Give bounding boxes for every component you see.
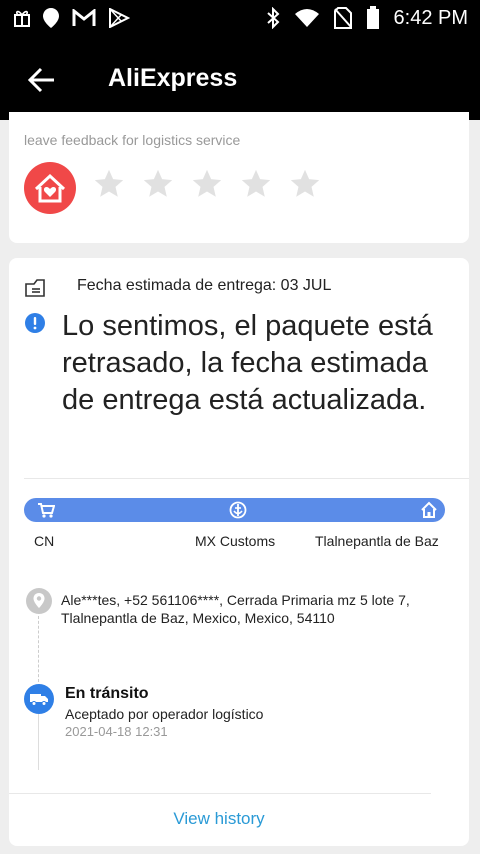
timeline-line <box>38 714 39 770</box>
star-icon[interactable] <box>288 167 322 201</box>
location-pin-icon <box>26 588 52 614</box>
status-bar: 6:42 PM <box>0 0 480 36</box>
star-icon[interactable] <box>92 167 126 201</box>
stage-label-destination: Tlalnepantla de Baz <box>315 533 439 549</box>
timeline-dashed-line <box>38 616 39 682</box>
transit-status-time: 2021-04-18 12:31 <box>65 724 168 739</box>
divider <box>24 478 469 479</box>
home-icon <box>421 501 437 518</box>
bluetooth-icon <box>266 7 279 29</box>
feedback-card: leave feedback for logistics service <box>9 112 469 243</box>
transit-status-description: Aceptado por operador logístico <box>65 706 264 722</box>
shipping-address: Ale***tes, +52 561106****, Cerrada Prima… <box>61 592 410 626</box>
star-rating <box>92 167 322 201</box>
status-left-icons <box>14 7 130 29</box>
view-history-link[interactable]: View history <box>9 809 429 829</box>
page-title: AliExpress <box>108 64 238 92</box>
gmail-icon <box>72 9 96 26</box>
play-store-icon <box>109 8 130 28</box>
status-time: 6:42 PM <box>393 6 468 29</box>
cart-icon <box>38 503 55 518</box>
truck-icon <box>24 684 54 714</box>
battery-icon <box>366 6 379 29</box>
star-icon[interactable] <box>190 167 224 201</box>
feedback-label: leave feedback for logistics service <box>24 132 241 148</box>
no-sim-icon <box>333 7 352 29</box>
delivery-box-icon <box>25 279 45 297</box>
location-icon <box>43 8 59 28</box>
star-icon[interactable] <box>239 167 273 201</box>
delay-message: Lo sentimos, el paquete está retrasado, … <box>62 310 433 416</box>
estimated-delivery-date: Fecha estimada de entrega: 03 JUL <box>77 277 332 294</box>
status-right-icons: 6:42 PM <box>266 6 468 30</box>
house-heart-icon <box>24 162 76 214</box>
back-arrow-icon[interactable] <box>22 60 62 100</box>
tracking-card: Fecha estimada de entrega: 03 JUL Lo sen… <box>9 258 469 846</box>
app-bar: AliExpress <box>0 36 480 120</box>
transit-status-title: En tránsito <box>65 685 149 702</box>
stage-label-origin: CN <box>34 533 55 549</box>
wifi-icon <box>294 9 319 27</box>
star-icon[interactable] <box>141 167 175 201</box>
info-icon <box>25 313 45 333</box>
gift-icon <box>14 10 30 27</box>
divider <box>9 793 431 794</box>
customs-icon <box>229 501 247 519</box>
stage-label-customs: MX Customs <box>195 533 276 549</box>
shipping-progress-bar <box>24 498 445 522</box>
